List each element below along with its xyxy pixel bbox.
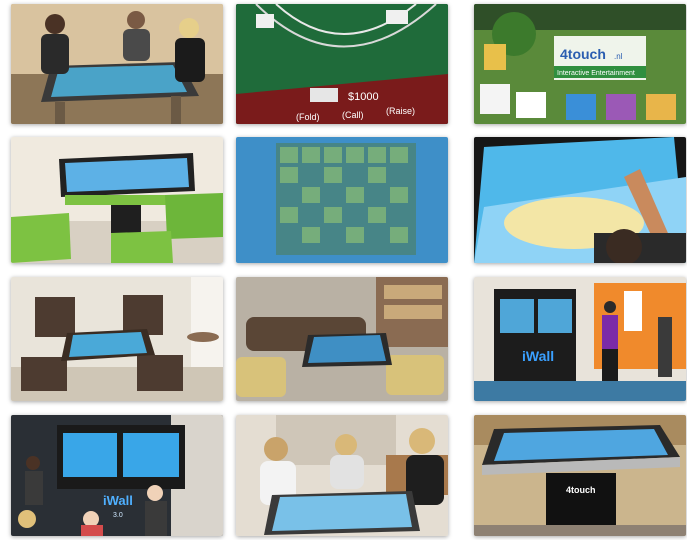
women-at-table-photo (236, 415, 448, 536)
4touch-logo-suffix: .nl (614, 52, 623, 61)
4touch-table-brand-text: 4touch (566, 485, 596, 495)
iwall-kids-room-photo: iWall 3.0 (11, 415, 223, 536)
lounge-chairs-table-photo (11, 277, 223, 401)
4touch-logo-board-photo: 4touch .nl Interactive Entertainment (474, 4, 686, 124)
iwall-kids-brand-text: iWall (103, 493, 133, 508)
sofa-lounge-table-photo (236, 277, 448, 401)
child-touching-screen-photo (474, 137, 686, 263)
poker-table-photo: $1000 (Fold) (Call) (Raise) (236, 4, 448, 124)
iwall-jumping-kid-photo: iWall (474, 277, 686, 401)
4touch-table-photo: 4touch (474, 415, 686, 536)
puzzle-wall-photo (236, 137, 448, 263)
green-table-room-photo (11, 137, 223, 263)
iwall-brand-text: iWall (522, 348, 554, 364)
iwall-version-text: 3.0 (113, 512, 123, 519)
family-touch-table-photo (11, 4, 223, 124)
call-button-label: (Call) (342, 110, 364, 120)
raise-button-label: (Raise) (386, 106, 415, 116)
4touch-tagline-text: Interactive Entertainment (557, 70, 635, 77)
photo-collage: $1000 (Fold) (Call) (Raise) 4touch .nl I… (0, 0, 687, 540)
poker-amount-text: $1000 (348, 91, 379, 103)
4touch-logo-text: 4touch (560, 46, 606, 62)
fold-button-label: (Fold) (296, 112, 320, 122)
